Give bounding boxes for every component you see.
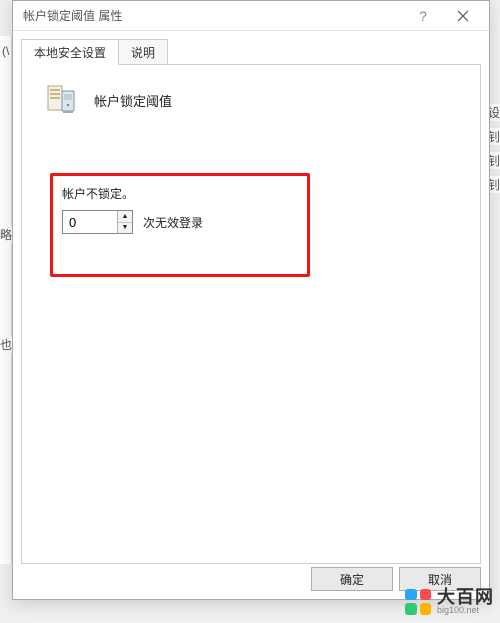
bg-text: 也	[0, 336, 12, 353]
lockout-threshold-spinner[interactable]: ▲ ▼	[62, 210, 133, 234]
close-icon	[457, 10, 469, 22]
watermark-url: big100.net	[437, 606, 494, 615]
watermark: 大百网 big100.net	[405, 588, 494, 615]
tab-description[interactable]: 说明	[118, 39, 168, 65]
close-button[interactable]	[443, 2, 483, 30]
tab-bar: 本地安全设置 说明	[21, 39, 481, 65]
threshold-suffix-label: 次无效登录	[143, 214, 203, 231]
policy-icon	[44, 83, 78, 117]
properties-dialog: 帐户锁定阈值 属性 ? 本地安全设置 说明	[12, 0, 490, 600]
policy-heading: 帐户锁定阈值	[94, 91, 172, 110]
titlebar[interactable]: 帐户锁定阈值 属性 ?	[13, 1, 489, 31]
tab-panel-local-security: 帐户锁定阈值 帐户不锁定。 ▲ ▼ 次无效登录	[21, 64, 481, 564]
spinner-up[interactable]: ▲	[118, 211, 132, 223]
lockout-threshold-input[interactable]	[63, 211, 117, 233]
dialog-title: 帐户锁定阈值 属性	[23, 7, 122, 24]
spinner-down[interactable]: ▼	[118, 223, 132, 234]
watermark-logo-icon	[405, 589, 431, 615]
watermark-brand: 大百网	[437, 588, 494, 606]
ok-button[interactable]: 确定	[311, 567, 393, 591]
bg-text: 略	[0, 226, 12, 243]
not-locked-label: 帐户不锁定。	[62, 185, 203, 202]
tab-local-security[interactable]: 本地安全设置	[21, 39, 119, 65]
help-button[interactable]: ?	[403, 2, 443, 30]
bg-text: (\	[2, 44, 9, 58]
